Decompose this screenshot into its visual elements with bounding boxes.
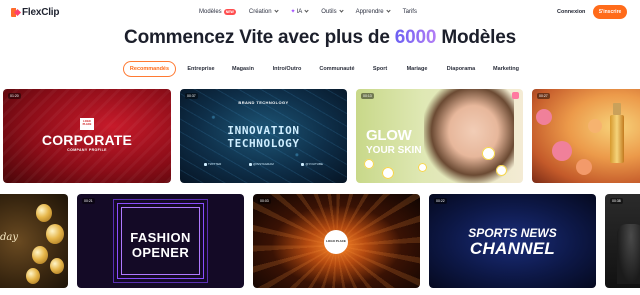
tab-recommandes[interactable]: Recommandés xyxy=(123,61,176,77)
menu-label: Modèles xyxy=(199,8,222,15)
perfume-bottle-image xyxy=(610,115,624,163)
card-kicker: BRAND TECHNOLOGY xyxy=(238,100,289,105)
balloon-image xyxy=(26,268,40,284)
template-card-perfume[interactable]: 00:27 xyxy=(532,89,640,183)
template-card-glow[interactable]: 00:13 GLOW YOUR SKIN xyxy=(356,89,523,183)
template-card-logo-reveal[interactable]: 00:03 LOGO PLACE xyxy=(253,194,420,288)
sparkle-icon: ✦ xyxy=(290,9,296,15)
template-count: 6000 xyxy=(394,27,437,48)
menu-label: Outils xyxy=(321,8,337,15)
menu-item-apprendre[interactable]: Apprendre xyxy=(355,8,391,15)
chevron-down-icon xyxy=(273,8,279,13)
card-title: GLOW xyxy=(366,127,412,144)
menu-item-creation[interactable]: Création xyxy=(248,8,279,15)
card-subtitle: COMPANY PROFILE xyxy=(67,148,107,152)
daisy-image xyxy=(418,163,427,172)
menu-label: Apprendre xyxy=(355,8,384,15)
duration-badge: 00:37 xyxy=(185,93,198,99)
social-handle: @YOUTUBE xyxy=(301,162,323,166)
flexclip-logo[interactable]: FlexClip xyxy=(11,7,59,18)
signup-button[interactable]: S'inscrire xyxy=(593,5,627,19)
tab-communaute[interactable]: Communauté xyxy=(314,61,360,77)
person-image xyxy=(617,224,640,284)
flower-image xyxy=(576,159,592,175)
duration-badge: 00:22 xyxy=(434,198,447,204)
menu-label: IA xyxy=(296,8,303,15)
template-card-innovation[interactable]: 00:37 BRAND TECHNOLOGY INNOVATION TECHNO… xyxy=(180,89,347,183)
new-badge: NEW xyxy=(223,8,236,15)
card-title: CORPORATE xyxy=(41,132,133,148)
balloon-image xyxy=(32,246,48,264)
social-label: TWITTER xyxy=(208,162,222,166)
instagram-icon xyxy=(249,162,253,166)
duration-badge: 00:27 xyxy=(537,93,550,99)
daisy-image xyxy=(382,167,394,179)
title-text: Commencez Vite avec plus de xyxy=(124,27,395,48)
menu-item-ia[interactable]: ✦ IA xyxy=(291,8,309,15)
menu-item-tarifs[interactable]: Tarifs xyxy=(403,8,417,15)
logo-placeholder: LOGO PLACE xyxy=(80,118,94,130)
tab-entreprise[interactable]: Entreprise xyxy=(181,61,221,77)
chevron-down-icon xyxy=(338,8,344,13)
flower-image xyxy=(588,119,602,133)
flower-image xyxy=(536,109,552,125)
balloon-image xyxy=(46,224,64,244)
logo-placeholder: LOGO PLACE xyxy=(324,230,348,254)
social-handle: TWITTER xyxy=(204,162,221,166)
daisy-image xyxy=(496,165,507,176)
menu-item-modeles[interactable]: Modèles NEW xyxy=(199,8,236,15)
template-card-corporate[interactable]: 01:20 LOGO PLACE CORPORATE COMPANY PROFI… xyxy=(3,89,171,183)
duration-badge: 01:20 xyxy=(8,93,21,99)
template-card-sports[interactable]: 00:22 SPORTS NEWS CHANNEL xyxy=(429,194,596,288)
category-tabs: Recommandés Entreprise Magasin Intro/Out… xyxy=(0,61,640,77)
social-handle: @INSTAGRAM xyxy=(249,162,274,166)
top-nav: FlexClip Modèles NEW Création ✦ IA Outil… xyxy=(0,0,640,26)
flower-image xyxy=(552,141,572,161)
balloon-image xyxy=(50,258,64,274)
favorite-icon[interactable] xyxy=(512,92,519,99)
menu-label: Tarifs xyxy=(402,8,417,15)
duration-badge: 00:13 xyxy=(361,93,374,99)
card-title: INNOVATION xyxy=(227,124,300,137)
chevron-down-icon xyxy=(386,8,391,13)
card-title: FASHION xyxy=(130,230,191,245)
template-card-person[interactable]: 00:38 xyxy=(605,194,640,288)
page-title: Commencez Vite avec plus de 6000 Modèles xyxy=(0,27,640,49)
social-handles: TWITTER @INSTAGRAM @YOUTUBE xyxy=(204,162,323,166)
menu-item-outils[interactable]: Outils xyxy=(321,8,344,15)
tab-magasin[interactable]: Magasin xyxy=(225,61,261,77)
duration-badge: 00:38 xyxy=(610,198,623,204)
logo-mark-icon xyxy=(11,8,20,17)
daisy-image xyxy=(364,159,374,169)
twitter-icon xyxy=(204,162,207,166)
card-title: OPENER xyxy=(131,245,190,260)
perfume-cap-image xyxy=(613,103,621,115)
duration-badge: 00:03 xyxy=(258,198,271,204)
main-menu: Modèles NEW Création ✦ IA Outils Apprend… xyxy=(199,8,430,15)
duration-badge: 00:21 xyxy=(82,198,95,204)
balloon-image xyxy=(36,204,52,222)
template-card-fashion[interactable]: 00:21 FASHION OPENER xyxy=(77,194,244,288)
card-title: CHANNEL xyxy=(469,239,556,258)
logo-text: FlexClip xyxy=(22,7,60,18)
template-card-birthday[interactable]: day xyxy=(0,194,68,288)
tab-sport[interactable]: Sport xyxy=(366,61,394,77)
tab-marketing[interactable]: Marketing xyxy=(488,61,524,77)
tab-intro-outro[interactable]: Intro/Outro xyxy=(266,61,308,77)
social-label: @INSTAGRAM xyxy=(253,162,274,166)
login-link[interactable]: Connexion xyxy=(557,9,585,15)
menu-label: Création xyxy=(248,8,272,15)
card-title: SPORTS NEWS xyxy=(468,226,557,240)
card-title: TECHNOLOGY xyxy=(227,137,300,150)
youtube-icon xyxy=(301,162,305,166)
social-label: @YOUTUBE xyxy=(305,162,323,166)
tab-mariage[interactable]: Mariage xyxy=(401,61,433,77)
daisy-image xyxy=(482,147,495,160)
chevron-down-icon xyxy=(304,8,309,13)
card-subtitle: YOUR SKIN xyxy=(366,145,422,156)
card-script-text: day xyxy=(0,232,19,243)
title-text: Modèles xyxy=(436,27,516,48)
tab-diaporama[interactable]: Diaporama xyxy=(440,61,482,77)
